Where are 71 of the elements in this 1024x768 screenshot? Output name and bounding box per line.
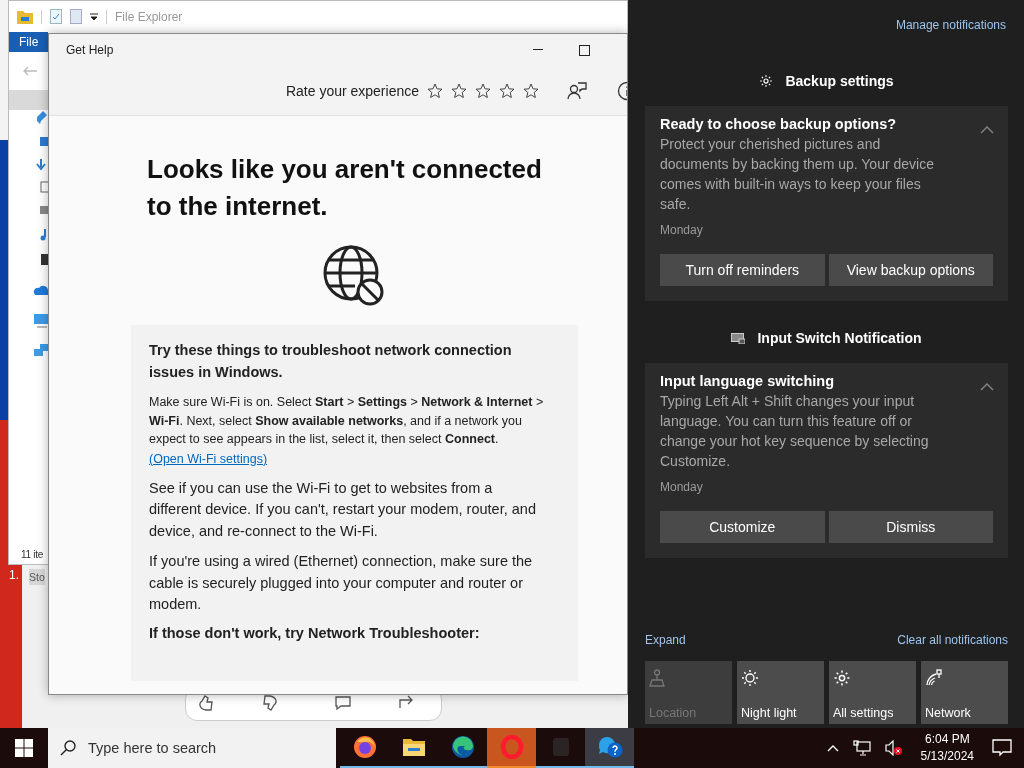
notification-button[interactable]: View backup options <box>828 254 993 286</box>
folder-icon <box>17 9 33 24</box>
dropdown-icon <box>90 12 98 21</box>
feedback-icon <box>567 81 587 100</box>
collapse-chevron-icon[interactable] <box>980 126 994 134</box>
star-icon[interactable] <box>451 82 467 99</box>
desktop-icon-label: 1. <box>9 568 19 582</box>
instruction-text: Make sure Wi-Fi is on. Select Start > Settings > Network & Internet > Wi-Fi. Next, select Show available networks, and if a network you expect to see appears in the list, select it, then select Connect. <box>149 394 545 448</box>
paragraph-text: If you're using a wired (Ethernet) connection, make sure the cable is securely plugged into your computer and router or modem. <box>149 552 534 614</box>
paragraph-text: See if you can use the Wi-Fi to get to websites from a different device. If you can't, restart your modem, router, and device, and re-connect to the Wi-Fi. <box>149 478 537 541</box>
rating-label: Rate your experience <box>285 82 419 99</box>
notification-title: Input language switching <box>660 373 835 389</box>
notification-time: Monday <box>660 223 703 237</box>
ring-icon <box>499 735 524 759</box>
firefox-icon <box>352 735 377 759</box>
folder-icon <box>401 736 426 758</box>
minimize-icon <box>533 49 543 51</box>
windows-logo-icon <box>15 739 33 757</box>
help-bubble-icon <box>596 735 623 759</box>
section-heading: If those don't work, try Network Troubleshooter: <box>149 624 481 641</box>
expand-link[interactable]: Expand <box>645 633 686 647</box>
feedback-button[interactable] <box>567 81 587 100</box>
settings-link[interactable]: (Open Wi-Fi settings) <box>149 451 268 466</box>
window-title: Get Help <box>66 43 115 57</box>
window-title: File Explorer <box>115 9 183 24</box>
quick-action-tile[interactable]: Night light <box>737 661 824 724</box>
quick-action-tile[interactable]: All settings <box>829 661 916 724</box>
settings-icon <box>833 669 851 687</box>
brightness-icon <box>741 669 759 687</box>
star-rating[interactable] <box>427 82 539 99</box>
notification-body: Typing Left Alt + Shift changes your input language. You can turn this feature off or change your hot key sequence by selecting Customize. <box>660 392 930 471</box>
document-icon <box>70 9 82 24</box>
notification-body: Protect your cherished pictures and documents by backing them up. Your device comes with built-in ways to keep your files safe. <box>660 135 935 214</box>
manage-notifications-link[interactable]: Manage notifications <box>895 18 1008 32</box>
notification-button[interactable]: Turn off reminders <box>660 254 825 286</box>
star-icon[interactable] <box>427 82 443 99</box>
clear-notifications-link[interactable]: Clear all notifications <box>897 633 1008 647</box>
table-cell: Sto <box>29 569 45 585</box>
notification-button[interactable]: Customize <box>660 511 825 543</box>
page-heading: Looks like you aren't connected to the internet. <box>147 153 543 223</box>
notification-button[interactable]: Dismiss <box>828 511 993 543</box>
notification-card[interactable] <box>645 106 1008 301</box>
globe-blocked-icon <box>323 245 385 307</box>
person-pin-icon <box>649 669 665 687</box>
settings-icon <box>759 74 774 88</box>
speech-bubble-icon <box>992 739 1012 757</box>
search-icon <box>60 740 76 756</box>
notification-time: Monday <box>660 480 703 494</box>
notification-title: Ready to choose backup options? <box>660 116 898 132</box>
notification-card[interactable]: Input language switching Typing Left Alt + Shift changes your input language. You can turn this feature off or change your hot key sequence by selecting Customize. Monday Customize Dismiss <box>645 363 1008 558</box>
star-icon[interactable] <box>523 82 539 99</box>
clock[interactable]: 6:04 PM 5/13/2024 <box>912 731 982 765</box>
keyboard-icon <box>731 332 746 344</box>
chevron-up-icon <box>826 744 839 752</box>
search-field[interactable]: Type here to search <box>48 728 336 768</box>
quick-action-tile[interactable]: Network <box>921 661 1008 724</box>
info-button[interactable] <box>617 80 627 101</box>
collapse-chevron-icon[interactable] <box>980 383 994 391</box>
network-icon <box>925 669 943 687</box>
status-text: 11 ite <box>21 549 43 560</box>
star-icon[interactable] <box>499 82 515 99</box>
card-heading: Try these things to troubleshoot network connection issues in Windows. <box>149 341 513 382</box>
browser-icon <box>450 735 475 759</box>
notification-group-title: Backup settings <box>785 73 894 89</box>
notification-group-title: Input Switch Notification <box>757 330 922 346</box>
star-icon[interactable] <box>475 82 491 99</box>
file-tab[interactable]: File <box>9 32 49 52</box>
maximize-icon <box>578 44 590 56</box>
monitor-icon <box>852 740 871 756</box>
properties-icon <box>50 9 62 24</box>
speaker-muted-icon <box>884 740 903 756</box>
